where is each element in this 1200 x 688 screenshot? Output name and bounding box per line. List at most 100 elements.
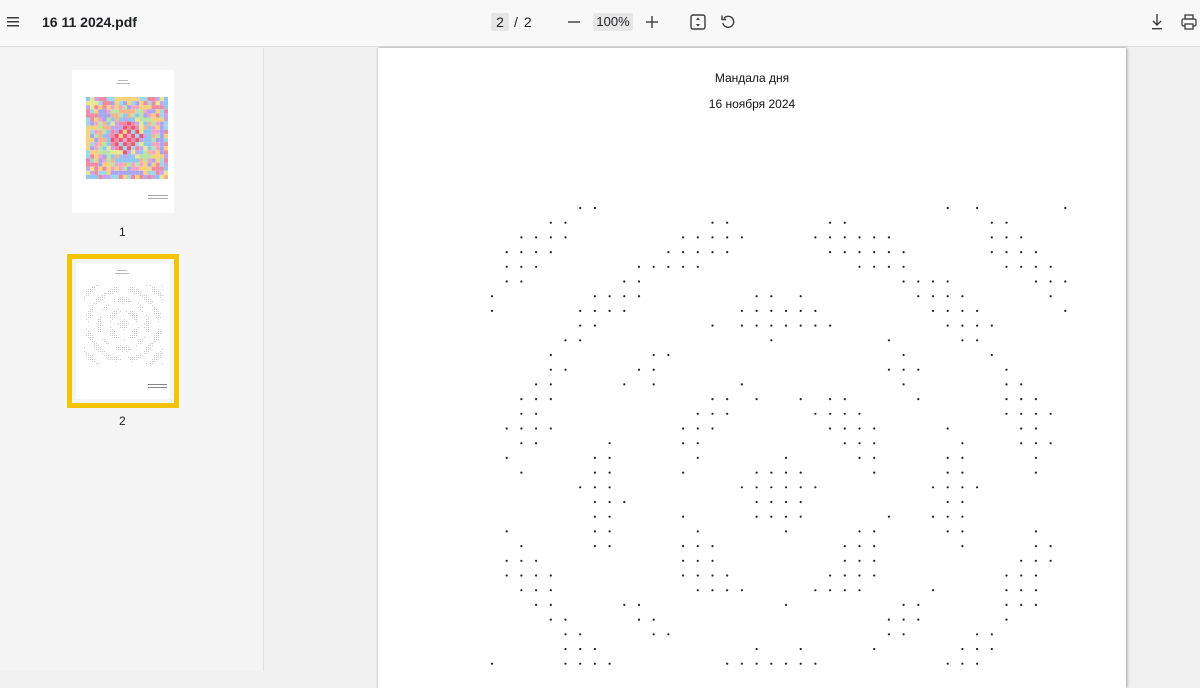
mosaic-cell <box>122 101 127 106</box>
mosaic-cell <box>118 170 123 175</box>
mosaic-cell <box>139 170 144 175</box>
print-button[interactable] <box>1178 10 1200 34</box>
mandala-dot <box>652 383 655 386</box>
thumbnail-dot <box>158 317 159 318</box>
mosaic-cell <box>143 133 148 138</box>
thumbnail-dot <box>148 351 149 352</box>
zoom-in-button[interactable] <box>643 12 661 32</box>
mosaic-cell <box>147 133 152 138</box>
mandala-dot <box>784 324 788 327</box>
thumbnail-dot <box>106 293 107 294</box>
thumbnail-dot <box>110 357 111 358</box>
thumbnail-dot <box>120 359 121 360</box>
thumbnail-dot <box>126 347 127 348</box>
mandala-dot <box>579 309 582 312</box>
mosaic-cell <box>94 142 99 147</box>
mandala-dot <box>770 500 773 504</box>
mosaic-cell <box>139 129 144 134</box>
mosaic-cell <box>86 142 91 147</box>
thumbnail-dot <box>128 349 129 350</box>
mosaic-cell <box>127 158 132 163</box>
rotate-button[interactable] <box>717 11 739 33</box>
mosaic-cell <box>94 117 99 122</box>
mosaic-cell <box>102 166 107 171</box>
thumbnail-dot <box>134 329 135 330</box>
mosaic-cell <box>114 142 119 147</box>
thumbnail-dot <box>120 349 121 350</box>
mandala-dot <box>682 471 685 474</box>
mandala-dot <box>564 647 567 651</box>
hamburger-menu-icon[interactable] <box>2 10 24 34</box>
page-thumbnail-2[interactable] <box>67 254 179 408</box>
mosaic-cell <box>94 133 99 138</box>
mosaic-cell <box>135 162 140 167</box>
mosaic-cell <box>98 117 103 122</box>
fit-to-page-button[interactable] <box>687 11 709 33</box>
thumbnail-dot <box>142 307 143 308</box>
page-thumbnail-1[interactable] <box>72 70 174 213</box>
zoom-level-display[interactable]: 100% <box>593 13 633 31</box>
mandala-dot <box>535 412 538 415</box>
mandala-dot <box>799 398 802 401</box>
mandala-dot <box>608 471 611 474</box>
current-page-input[interactable] <box>491 13 509 31</box>
mandala-dot <box>535 589 538 592</box>
thumbnail-dot <box>90 289 91 290</box>
mosaic-cell <box>110 117 115 122</box>
download-button[interactable] <box>1146 10 1168 34</box>
mandala-dot <box>711 412 714 415</box>
mandala-dot <box>490 309 494 312</box>
mandala-dot <box>784 603 788 607</box>
thumbnail-dot <box>144 295 145 296</box>
thumbnail-dot <box>148 345 149 346</box>
mandala-dot <box>961 309 964 312</box>
thumbnail-dot <box>96 299 97 300</box>
thumbnail-dot <box>158 291 159 292</box>
mandala-dot <box>549 368 552 371</box>
thumbnail-dot <box>140 341 141 342</box>
thumbnail-dot <box>92 287 93 288</box>
mosaic-cell <box>110 129 115 134</box>
mandala-dot <box>1020 589 1023 592</box>
mosaic-cell <box>135 142 140 147</box>
mosaic-cell <box>86 170 91 175</box>
thumbnail-dot <box>116 311 117 312</box>
thumbnail-dot <box>122 299 123 300</box>
thumbnail-dot <box>132 317 133 318</box>
mosaic-cell <box>106 113 111 118</box>
mandala-dot <box>976 324 979 327</box>
mandala-dot <box>887 251 890 254</box>
thumbnail-dot <box>120 321 121 322</box>
mosaic-cell <box>143 117 148 122</box>
mosaic-cell <box>118 174 123 179</box>
mandala-dot <box>726 236 729 239</box>
zoom-out-button[interactable] <box>565 12 583 32</box>
thumbnail-dot <box>102 325 103 326</box>
thumbnail-dot <box>114 291 115 292</box>
thumbnail-dot <box>116 347 117 348</box>
mandala-dot <box>902 603 905 607</box>
mandala-dot <box>593 647 596 651</box>
thumbnail-dot <box>104 339 105 340</box>
mandala-dot <box>946 471 949 474</box>
mandala-dot <box>755 309 758 312</box>
thumbnail-dot <box>110 327 111 328</box>
thumbnail-label-1: 1 <box>119 225 126 239</box>
thumbnail-dot <box>94 341 95 342</box>
thumbnail-dot <box>96 349 97 350</box>
mandala-dot <box>652 633 655 636</box>
mandala-dot <box>858 589 861 592</box>
mandala-dot <box>1049 265 1052 268</box>
mandala-dot <box>784 530 788 533</box>
mandala-dot <box>696 456 699 459</box>
mosaic-cell <box>147 170 152 175</box>
mandala-dot <box>829 221 832 224</box>
thumbnail-dot <box>158 313 159 314</box>
thumbnail-dot <box>146 353 147 354</box>
mandala-dot <box>961 545 964 548</box>
mandala-dot <box>740 383 743 386</box>
mandala-dot <box>931 295 935 298</box>
mandala-dot <box>770 339 773 342</box>
thumbnail-dot <box>154 339 155 340</box>
mandala-dot <box>740 589 743 592</box>
